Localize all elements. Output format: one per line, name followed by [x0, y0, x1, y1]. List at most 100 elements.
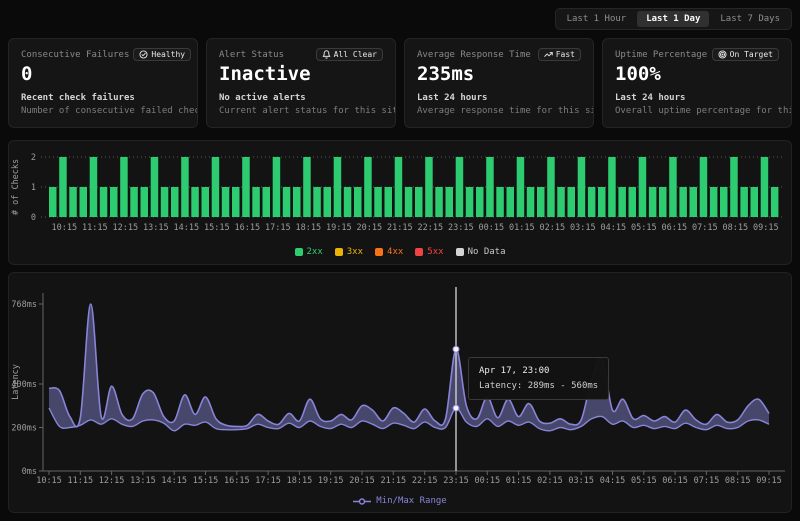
legend-item-2xx: 2xx: [295, 247, 323, 257]
minmax-line-icon: [353, 497, 371, 506]
svg-text:16:15: 16:15: [224, 476, 250, 485]
latency-line-chart[interactable]: Latency768ms400ms200ms0ms10:1511:1512:15…: [9, 273, 791, 485]
stat-subtitle: Recent check failures: [21, 93, 185, 103]
target-icon: [718, 50, 727, 59]
svg-text:22:15: 22:15: [418, 223, 444, 233]
svg-text:07:15: 07:15: [694, 476, 720, 485]
legend-item-5xx: 5xx: [415, 247, 443, 257]
svg-text:17:15: 17:15: [265, 223, 291, 233]
stat-value: 100%: [615, 64, 779, 86]
svg-text:19:15: 19:15: [326, 223, 352, 233]
stat-subtitle: Last 24 hours: [615, 93, 779, 103]
svg-text:15:15: 15:15: [193, 476, 219, 485]
svg-text:13:15: 13:15: [130, 476, 156, 485]
svg-text:01:15: 01:15: [509, 223, 535, 233]
stat-badge-fast: Fast: [538, 48, 581, 61]
svg-text:11:15: 11:15: [68, 476, 94, 485]
svg-text:12:15: 12:15: [113, 223, 139, 233]
svg-text:20:15: 20:15: [357, 223, 383, 233]
svg-text:20:15: 20:15: [349, 476, 375, 485]
svg-text:09:15: 09:15: [753, 223, 779, 233]
minmax-band: [49, 304, 769, 431]
latency-chart-card: Latency768ms400ms200ms0ms10:1511:1512:15…: [8, 272, 792, 513]
bar-y-axis-title: # of Checks: [11, 159, 21, 215]
svg-text:23:15: 23:15: [443, 476, 469, 485]
latency-legend-label: Min/Max Range: [376, 496, 446, 506]
svg-text:00:15: 00:15: [479, 223, 505, 233]
svg-text:200ms: 200ms: [11, 424, 37, 434]
stat-value: Inactive: [219, 64, 383, 86]
trend-up-icon: [544, 50, 553, 59]
svg-text:21:15: 21:15: [387, 223, 413, 233]
time-range-button-last-1-day[interactable]: Last 1 Day: [637, 11, 709, 27]
svg-text:08:15: 08:15: [725, 476, 751, 485]
stat-badge-all-clear: All Clear: [316, 48, 383, 61]
stat-card-alert-status: Alert Status All Clear Inactive No activ…: [206, 38, 396, 128]
time-range-group: Last 1 HourLast 1 DayLast 7 Days: [555, 8, 792, 30]
svg-text:16:15: 16:15: [235, 223, 261, 233]
svg-text:17:15: 17:15: [255, 476, 281, 485]
svg-text:0: 0: [31, 213, 36, 223]
stat-subtitle: Last 24 hours: [417, 93, 581, 103]
svg-text:14:15: 14:15: [161, 476, 187, 485]
checks-chart-card: # of Checks21010:1511:1512:1513:1514:151…: [8, 140, 792, 265]
active-dot-max: [453, 346, 459, 352]
svg-text:2: 2: [31, 153, 36, 163]
bar-x-axis-labels: 10:1511:1512:1513:1514:1515:1516:1517:15…: [52, 223, 779, 233]
latency-legend: Min/Max Range: [9, 496, 791, 506]
svg-text:06:15: 06:15: [662, 223, 688, 233]
svg-text:02:15: 02:15: [540, 223, 566, 233]
svg-text:09:15: 09:15: [756, 476, 782, 485]
svg-text:400ms: 400ms: [11, 380, 37, 390]
svg-text:18:15: 18:15: [296, 223, 322, 233]
svg-text:04:15: 04:15: [601, 223, 627, 233]
svg-text:00:15: 00:15: [475, 476, 501, 485]
svg-text:18:15: 18:15: [287, 476, 313, 485]
svg-text:06:15: 06:15: [662, 476, 688, 485]
svg-text:01:15: 01:15: [506, 476, 532, 485]
svg-text:768ms: 768ms: [11, 300, 37, 310]
svg-text:03:15: 03:15: [568, 476, 594, 485]
stat-description: Current alert status for this site: [219, 106, 383, 116]
stat-badge-healthy: Healthy: [133, 48, 191, 61]
svg-text:19:15: 19:15: [318, 476, 344, 485]
time-range-button-last-1-hour[interactable]: Last 1 Hour: [558, 11, 636, 27]
stat-title: Alert Status: [219, 50, 284, 60]
stat-description: Average response time for this site: [417, 106, 581, 116]
svg-text:03:15: 03:15: [570, 223, 596, 233]
legend-swatch: [456, 248, 464, 256]
svg-text:02:15: 02:15: [537, 476, 563, 485]
stat-description: Overall uptime percentage for this site: [615, 106, 779, 116]
legend-swatch: [295, 248, 303, 256]
stat-value: 0: [21, 64, 185, 86]
stat-card-uptime-percentage: Uptime Percentage On Target 100% Last 24…: [602, 38, 792, 128]
legend-item-no-data: No Data: [456, 247, 506, 257]
legend-swatch: [335, 248, 343, 256]
active-dot-min: [453, 405, 459, 411]
svg-text:21:15: 21:15: [381, 476, 407, 485]
svg-text:11:15: 11:15: [82, 223, 108, 233]
svg-text:13:15: 13:15: [143, 223, 169, 233]
svg-text:10:15: 10:15: [52, 223, 78, 233]
stat-card-average-response-time: Average Response Time Fast 235ms Last 24…: [404, 38, 594, 128]
svg-text:12:15: 12:15: [99, 476, 125, 485]
time-range-button-last-7-days[interactable]: Last 7 Days: [711, 11, 789, 27]
svg-text:05:15: 05:15: [631, 223, 657, 233]
stat-subtitle: No active alerts: [219, 93, 383, 103]
svg-text:08:15: 08:15: [723, 223, 749, 233]
tooltip-text: Latency: 289ms - 560ms: [479, 381, 598, 391]
svg-text:15:15: 15:15: [204, 223, 230, 233]
svg-text:23:15: 23:15: [448, 223, 474, 233]
bell-icon: [322, 50, 331, 59]
checks-bar-chart[interactable]: # of Checks21010:1511:1512:1513:1514:151…: [9, 141, 791, 237]
stat-description: Number of consecutive failed checks: [21, 106, 185, 116]
svg-text:10:15: 10:15: [36, 476, 62, 485]
svg-text:22:15: 22:15: [412, 476, 438, 485]
latency-x-axis-labels: 10:15 11:15 12:15 13:15 14:15 15:15 16:15 17:15…: [36, 471, 782, 485]
stat-card-consecutive-failures: Consecutive Failures Healthy 0 Recent ch…: [8, 38, 198, 128]
legend-item-4xx: 4xx: [375, 247, 403, 257]
checks-legend: 2xx 3xx 4xx 5xx No Data: [9, 247, 791, 257]
legend-item-3xx: 3xx: [335, 247, 363, 257]
stat-title: Consecutive Failures: [21, 50, 129, 60]
legend-swatch: [375, 248, 383, 256]
